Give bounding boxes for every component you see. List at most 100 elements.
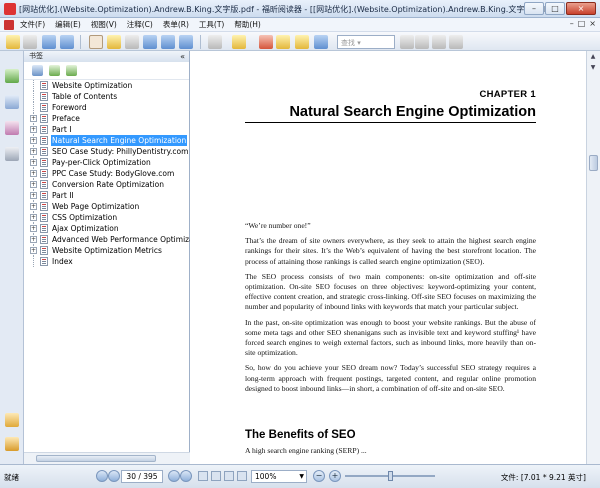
expand-toggle-icon[interactable]: + [30,236,37,243]
paperclip-icon[interactable] [5,437,19,451]
delete-bookmark-icon[interactable] [32,65,43,76]
bookmark-item[interactable]: + Pay-per-Click Optimization [24,157,190,168]
zoom-slider[interactable] [345,471,435,481]
doc-close-button[interactable]: × [589,19,596,28]
expand-toggle-icon[interactable]: + [30,247,37,254]
collapse-panel-icon[interactable]: « [180,51,185,62]
bookmark-item[interactable]: + Natural Search Engine Optimization [24,135,190,146]
pages-tab-icon[interactable] [5,95,19,109]
page-number-field[interactable]: 30 / 395 [121,470,163,483]
note-icon[interactable] [276,35,290,49]
magnifier-icon[interactable] [449,35,463,49]
bookmark-item[interactable]: + Website Optimization Metrics [24,245,190,256]
bookmark-item[interactable]: + Web Page Optimization [24,201,190,212]
layers-tab-icon[interactable] [5,147,19,161]
single-page-icon[interactable] [198,471,208,481]
zoom-slider-knob[interactable] [388,471,393,481]
zoom-in-icon[interactable]: + [329,470,341,482]
snapshot-icon[interactable] [107,35,121,49]
select-text-icon[interactable] [125,35,139,49]
expand-toggle-icon[interactable]: + [30,203,37,210]
bookmark-item[interactable]: + CSS Optimization [24,212,190,223]
previous-page-icon[interactable] [108,470,120,482]
bookmark-item[interactable]: + Preface [24,113,190,124]
scroll-up-arrow-icon[interactable]: ▲ [587,51,599,62]
pencil-icon[interactable] [259,35,273,49]
expand-toggle-icon[interactable]: + [30,192,37,199]
bookmark-item[interactable]: + Part II [24,190,190,201]
typewriter-icon[interactable] [208,35,222,49]
scrollbar-thumb[interactable] [589,155,598,171]
expand-toggle-icon[interactable]: + [30,115,37,122]
menu-file[interactable]: 文件(F) [20,19,45,30]
doc-restore-button[interactable]: □ [578,19,586,28]
next-page-icon[interactable] [168,470,180,482]
bookmark-page-icon [40,257,48,266]
last-page-icon[interactable] [180,470,192,482]
continuous-page-icon[interactable] [211,471,221,481]
expand-toggle-icon[interactable]: + [30,159,37,166]
expand-toggle-icon[interactable]: + [30,181,37,188]
open-folder-icon[interactable] [6,35,20,49]
email-icon[interactable] [60,35,74,49]
bookmark-item[interactable]: + Ajax Optimization [24,223,190,234]
menu-edit[interactable]: 编辑(E) [55,19,81,30]
continuous-facing-icon[interactable] [237,471,247,481]
expand-toggle-icon[interactable]: + [30,225,37,232]
maximize-button[interactable]: □ [545,2,565,15]
fit-page-icon[interactable] [161,35,175,49]
bookmarks-tab-icon[interactable] [5,69,19,83]
arrow-tool-icon[interactable] [314,35,328,49]
minimize-button[interactable]: – [524,2,544,15]
scroll-down-arrow-icon[interactable]: ▼ [587,62,599,73]
menu-comment[interactable]: 注释(C) [127,19,153,30]
menu-view[interactable]: 视图(V) [91,19,117,30]
bookmark-item[interactable]: + Conversion Rate Optimization [24,179,190,190]
menu-form[interactable]: 表单(R) [163,19,189,30]
zoom-tool-icon[interactable] [143,35,157,49]
bookmark-item[interactable]: + SEO Case Study: PhillyDentistry.com [24,146,190,157]
search-prev-icon[interactable] [400,35,414,49]
bookmark-item[interactable]: Foreword [24,102,190,113]
bookmark-item[interactable]: + Part I [24,124,190,135]
zoom-select[interactable]: 100% ▼ [251,470,307,483]
hand-tool-icon[interactable] [89,35,103,49]
menu-tools[interactable]: 工具(T) [199,19,224,30]
facing-page-icon[interactable] [224,471,234,481]
bookmark-item[interactable]: Website Optimization [24,80,190,91]
collapse-bookmark-icon[interactable] [66,65,77,76]
chevron-down-icon: ▼ [299,473,304,480]
bookmark-page-icon [40,125,48,134]
attachments-tab-icon[interactable] [5,413,19,427]
fit-width-icon[interactable] [179,35,193,49]
scrollbar-thumb[interactable] [36,455,156,462]
expand-toggle-icon[interactable]: + [30,170,37,177]
first-page-icon[interactable] [96,470,108,482]
expand-toggle-icon[interactable]: + [30,137,37,144]
bookmarks-horizontal-scrollbar[interactable] [24,452,190,464]
print-icon[interactable] [42,35,56,49]
comment-icon[interactable] [295,35,309,49]
document-vertical-scrollbar[interactable]: ▲ ▼ [586,51,600,464]
doc-minimize-button[interactable]: – [570,19,574,28]
search-input[interactable]: 查找 ▾ [337,35,395,49]
zoom-out-icon[interactable]: − [313,470,325,482]
close-button[interactable]: × [566,2,596,15]
expand-toggle-icon[interactable]: + [30,214,37,221]
menu-help[interactable]: 帮助(H) [234,19,261,30]
bookmark-item[interactable]: Index [24,256,190,267]
expand-bookmark-icon[interactable] [49,65,60,76]
document-view[interactable]: CHAPTER 1 Natural Search Engine Optimiza… [190,51,586,464]
bookmark-page-icon [40,202,48,211]
bookmark-label: Advanced Web Performance Optimization [52,235,190,244]
save-icon[interactable] [23,35,37,49]
expand-toggle-icon[interactable]: + [30,148,37,155]
annotations-tab-icon[interactable] [5,121,19,135]
search-next-icon[interactable] [415,35,429,49]
bookmark-item[interactable]: Table of Contents [24,91,190,102]
bookmark-item[interactable]: + PPC Case Study: BodyGlove.com [24,168,190,179]
search-options-icon[interactable] [432,35,446,49]
bookmark-item[interactable]: + Advanced Web Performance Optimization [24,234,190,245]
expand-toggle-icon[interactable]: + [30,126,37,133]
highlight-icon[interactable] [232,35,246,49]
